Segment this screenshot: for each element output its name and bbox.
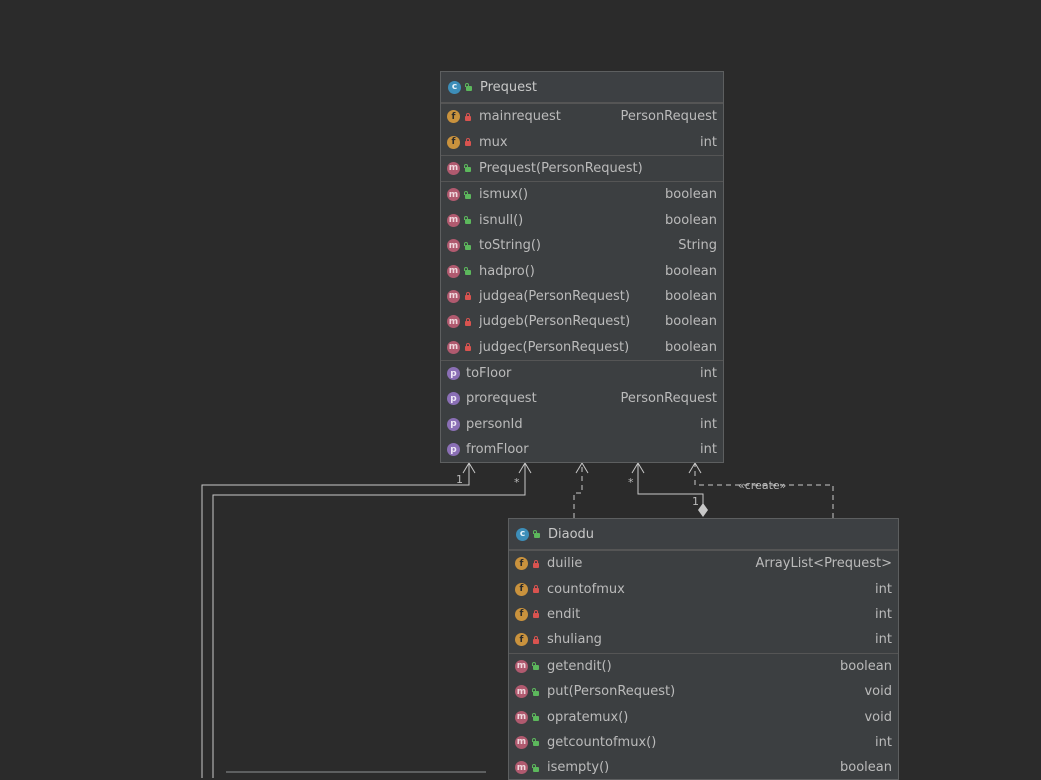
multiplicity-label: 1 [692,495,699,508]
method-icon: m [447,213,460,227]
multiplicity-label: * [514,476,520,489]
method-icon: m [447,289,460,303]
field-icon: f [447,135,460,149]
property-row[interactable]: p fromFloor int [441,437,723,462]
unlock-icon [464,215,472,225]
class-icon: c [448,80,461,94]
unlock-icon [465,82,473,92]
field-row[interactable]: f endit int [509,602,898,627]
method-icon: m [447,161,460,175]
property-row[interactable]: p toFloor int [441,361,723,386]
method-icon: m [515,685,528,699]
fields-section: f duilie ArrayList<Prequest> f countofmu… [509,550,898,653]
class-diaodu[interactable]: c Diaodu f duilie ArrayList<Prequest> f … [508,518,899,780]
unlock-icon [464,241,472,251]
method-icon: m [447,188,460,202]
unlock-icon [464,266,472,276]
lock-icon [464,112,472,122]
class-header: c Prequest [441,72,723,103]
method-row[interactable]: m getendit() boolean [509,654,898,679]
lock-icon [532,635,540,645]
lock-icon [464,317,472,327]
class-prequest[interactable]: c Prequest f mainrequest PersonRequest f… [440,71,724,464]
property-icon: p [447,417,460,431]
method-row[interactable]: m put(PersonRequest) void [509,679,898,704]
method-row[interactable]: m judgea(PersonRequest) boolean [441,284,723,309]
class-header: c Diaodu [509,519,898,550]
class-icon: c [516,527,529,541]
field-row[interactable]: f duilie ArrayList<Prequest> [509,551,898,576]
method-icon: m [447,315,460,329]
method-icon: m [447,264,460,278]
dependency-line [573,463,583,518]
unlock-icon [532,712,540,722]
unlock-icon [532,737,540,747]
lock-icon [532,559,540,569]
constructors-section: m Prequest(PersonRequest) [441,154,723,181]
unlock-icon [532,763,540,773]
unlock-icon [532,661,540,671]
field-icon: f [515,582,528,596]
field-icon: f [447,110,460,124]
unlock-icon [533,529,541,539]
method-row[interactable]: m opratemux() void [509,704,898,729]
method-icon: m [447,340,460,354]
class-name: Diaodu [548,526,595,542]
method-row[interactable]: m toString() String [441,233,723,258]
lock-icon [464,342,472,352]
composition-diamond [698,503,708,517]
field-icon: f [515,557,528,571]
method-icon: m [515,761,528,775]
methods-section: m ismux() boolean m isnull() boolean m t… [441,181,723,360]
method-icon: m [447,239,460,253]
field-icon: f [515,607,528,621]
constructor-row[interactable]: m Prequest(PersonRequest) [441,156,723,181]
lock-icon [532,584,540,594]
method-row[interactable]: m judgec(PersonRequest) boolean [441,335,723,360]
methods-section: m getendit() boolean m put(PersonRequest… [509,652,898,779]
class-name: Prequest [480,79,538,95]
property-row[interactable]: p personId int [441,412,723,437]
property-icon: p [447,392,460,406]
unlock-icon [464,163,472,173]
property-icon: p [447,367,460,381]
method-row[interactable]: m judgeb(PersonRequest) boolean [441,309,723,334]
field-row[interactable]: f shuliang int [509,627,898,652]
method-row[interactable]: m hadpro() boolean [441,258,723,283]
method-icon: m [515,735,528,749]
method-row[interactable]: m getcountofmux() int [509,730,898,755]
lock-icon [464,291,472,301]
field-row[interactable]: f mainrequest PersonRequest [441,104,723,129]
field-icon: f [515,633,528,647]
create-stereotype-label: «create» [738,479,787,492]
field-row[interactable]: f countofmux int [509,576,898,601]
properties-section: p toFloor int p prorequest PersonRequest… [441,359,723,463]
method-icon: m [515,710,528,724]
property-row[interactable]: p prorequest PersonRequest [441,386,723,411]
method-icon: m [515,659,528,673]
lock-icon [464,137,472,147]
unlock-icon [464,190,472,200]
method-row[interactable]: m isnull() boolean [441,208,723,233]
property-icon: p [447,443,460,457]
association-line-outer [201,463,470,778]
unlock-icon [532,687,540,697]
multiplicity-label: 1 [456,473,463,486]
multiplicity-label: * [628,476,634,489]
method-row[interactable]: m isempty() boolean [509,755,898,779]
association-line-inner [212,463,526,778]
fields-section: f mainrequest PersonRequest f mux int [441,103,723,155]
field-row[interactable]: f mux int [441,129,723,154]
method-row[interactable]: m ismux() boolean [441,182,723,207]
lock-icon [532,609,540,619]
